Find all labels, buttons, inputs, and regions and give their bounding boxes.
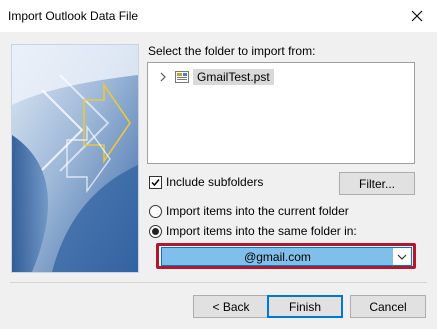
button-separator xyxy=(10,282,427,283)
radio-current-folder[interactable]: Import items into the current folder xyxy=(149,204,349,218)
close-icon xyxy=(411,10,423,22)
pst-file-icon xyxy=(174,69,190,85)
radio-current-folder-button[interactable] xyxy=(149,204,162,218)
include-subfolders-label: Include subfolders xyxy=(166,175,264,189)
filter-button[interactable]: Filter... xyxy=(339,172,415,195)
include-subfolders-option[interactable]: Include subfolders xyxy=(149,175,263,189)
radio-same-folder-button[interactable] xyxy=(149,224,162,238)
wizard-banner-image xyxy=(11,44,139,273)
target-folder-value: @gmail.com xyxy=(162,248,393,265)
import-outlook-dialog: Import Outlook Data File Select the fold… xyxy=(0,0,437,329)
tree-item-gmailtest[interactable]: GmailTest.pst xyxy=(156,67,274,87)
finish-button[interactable]: Finish xyxy=(267,295,343,318)
cancel-button[interactable]: Cancel xyxy=(350,295,426,318)
folder-tree[interactable]: GmailTest.pst xyxy=(147,62,415,164)
tree-item-label: GmailTest.pst xyxy=(193,69,274,85)
include-subfolders-checkbox[interactable] xyxy=(149,175,162,189)
folder-select-label: Select the folder to import from: xyxy=(148,44,316,58)
radio-same-folder-label: Import items into the same folder in: xyxy=(166,224,357,238)
radio-current-folder-label: Import items into the current folder xyxy=(166,204,349,218)
chevron-down-icon[interactable] xyxy=(393,248,411,265)
chevron-right-icon[interactable] xyxy=(156,68,170,86)
radio-same-folder[interactable]: Import items into the same folder in: xyxy=(149,224,357,238)
back-button[interactable]: < Back xyxy=(193,295,269,318)
target-folder-dropdown[interactable]: @gmail.com xyxy=(161,247,412,266)
close-button[interactable] xyxy=(397,0,437,32)
window-title: Import Outlook Data File xyxy=(8,9,139,23)
title-bar: Import Outlook Data File xyxy=(0,0,437,32)
